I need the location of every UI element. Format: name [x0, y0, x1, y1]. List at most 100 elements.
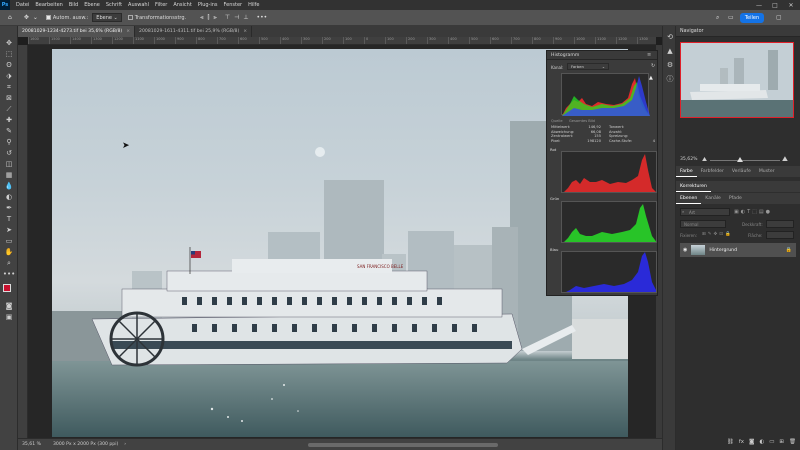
- menu-bild[interactable]: Bild: [69, 2, 78, 8]
- tab-muster[interactable]: Muster: [755, 166, 779, 177]
- layer-filter-select[interactable]: Art: [680, 208, 730, 216]
- histogram-icon[interactable]: ▲: [665, 46, 675, 56]
- more-tools-icon[interactable]: •••: [3, 269, 15, 279]
- fill-field[interactable]: [766, 231, 794, 239]
- object-selection-tool-icon[interactable]: ⬗: [3, 71, 15, 81]
- close-icon[interactable]: ×: [126, 29, 130, 34]
- delete-layer-icon[interactable]: 🗑: [789, 439, 796, 445]
- status-arrow-icon[interactable]: ›: [124, 442, 126, 447]
- panel-menu-icon[interactable]: ≡: [647, 52, 651, 58]
- rectangle-tool-icon[interactable]: ▭: [3, 236, 15, 246]
- align-center-icon[interactable]: ⫿: [208, 13, 210, 23]
- eraser-tool-icon[interactable]: ◫: [3, 159, 15, 169]
- type-tool-icon[interactable]: T: [3, 214, 15, 224]
- search-icon[interactable]: ⌕: [716, 13, 719, 23]
- tool-preset-chevron-icon[interactable]: ⌄: [33, 13, 38, 23]
- ruler-horizontal[interactable]: 1600 1500 1400 1300 1200 1100 1000 900 800 700 600…: [28, 37, 656, 45]
- menu-ebene[interactable]: Ebene: [84, 2, 100, 8]
- frame-tool-icon[interactable]: ⊠: [3, 93, 15, 103]
- channel-select[interactable]: Farben ⌄: [567, 63, 609, 70]
- path-selection-tool-icon[interactable]: ➤: [3, 225, 15, 235]
- new-group-icon[interactable]: ▭: [769, 439, 774, 445]
- tab-document-1[interactable]: 20081029-1234-4273.tif bei 35,6% (RGB/8)…: [18, 26, 136, 37]
- history-brush-tool-icon[interactable]: ↺: [3, 148, 15, 158]
- layer-mode-select[interactable]: Ebene ⌄: [92, 13, 122, 23]
- document-photo[interactable]: SAN FRANCISCO BELLE ➤: [52, 49, 628, 437]
- minimize-button[interactable]: —: [752, 0, 766, 10]
- lock-icons[interactable]: ⊞✎✥⊡🔒: [702, 232, 733, 237]
- layer-mask-icon[interactable]: ◙: [749, 439, 754, 445]
- close-icon[interactable]: ×: [243, 29, 247, 34]
- menu-filter[interactable]: Filter: [155, 2, 167, 8]
- brush-tool-icon[interactable]: ✎: [3, 126, 15, 136]
- workspace-switcher-icon[interactable]: ▢: [776, 13, 782, 23]
- tab-kanaele[interactable]: Kanäle: [701, 193, 725, 204]
- ruler-vertical[interactable]: [18, 45, 28, 438]
- more-options-icon[interactable]: •••: [257, 13, 268, 23]
- marquee-tool-icon[interactable]: ⬚: [3, 49, 15, 59]
- lasso-tool-icon[interactable]: ʘ: [3, 60, 15, 70]
- healing-brush-tool-icon[interactable]: ✚: [3, 115, 15, 125]
- transform-controls-checkbox[interactable]: Transformationsstrg.: [127, 13, 186, 23]
- tab-farbfelder[interactable]: Farbfelder: [697, 166, 728, 177]
- properties-icon[interactable]: ⚙: [665, 60, 675, 70]
- tab-pfade[interactable]: Pfade: [725, 193, 746, 204]
- hand-tool-icon[interactable]: ✋: [3, 247, 15, 257]
- navigator-thumbnail[interactable]: [680, 42, 794, 118]
- auto-select-checkbox[interactable]: Autom. ausw.:: [45, 13, 88, 23]
- eyedropper-tool-icon[interactable]: ⟋: [3, 104, 15, 114]
- clone-stamp-tool-icon[interactable]: ⚲: [3, 137, 15, 147]
- visibility-eye-icon[interactable]: ◉: [683, 247, 687, 253]
- align-top-icon[interactable]: ⊤: [225, 13, 230, 23]
- layer-filter-icons[interactable]: ▣◐T⬚▤●: [734, 209, 772, 215]
- zoom-tool-icon[interactable]: ⌕: [3, 258, 15, 268]
- tab-verlaeufe[interactable]: Verläufe: [728, 166, 755, 177]
- tab-korrekturen[interactable]: Korrekturen: [676, 181, 711, 192]
- align-bottom-icon[interactable]: ⊥: [243, 13, 248, 23]
- align-middle-icon[interactable]: ⊣: [234, 13, 239, 23]
- adjustment-layer-icon[interactable]: ◐: [759, 439, 764, 445]
- opacity-field[interactable]: [766, 220, 794, 228]
- share-button[interactable]: Teilen: [740, 13, 764, 23]
- new-layer-icon[interactable]: ⊞: [779, 439, 784, 445]
- layer-style-icon[interactable]: fx: [739, 439, 744, 445]
- quick-mask-icon[interactable]: ◙: [3, 301, 15, 311]
- align-left-icon[interactable]: ⫷: [200, 13, 203, 23]
- horizontal-scrollbar-thumb[interactable]: [308, 443, 498, 447]
- foreground-color-swatch[interactable]: [3, 284, 11, 292]
- menu-plugins[interactable]: Plug-ins: [198, 2, 218, 8]
- home-icon[interactable]: ⌂: [8, 13, 12, 23]
- refresh-icon[interactable]: ↻: [651, 63, 655, 69]
- tab-document-2[interactable]: 20081029-1611-4311.tif bei 25,9% (RGB/8)…: [135, 26, 253, 37]
- tab-farbe[interactable]: Farbe: [676, 166, 697, 177]
- navigator-zoom-value[interactable]: 35,62%: [680, 157, 698, 162]
- move-tool-icon[interactable]: ✥: [3, 38, 15, 48]
- history-icon[interactable]: ⟲: [665, 32, 675, 42]
- close-window-button[interactable]: ✕: [784, 0, 798, 10]
- info-icon[interactable]: ⓘ: [665, 74, 675, 84]
- menu-schrift[interactable]: Schrift: [106, 2, 122, 8]
- zoom-out-icon[interactable]: ⛰: [702, 156, 707, 164]
- menu-ansicht[interactable]: Ansicht: [173, 2, 191, 8]
- maximize-button[interactable]: □: [768, 0, 782, 10]
- menu-auswahl[interactable]: Auswahl: [128, 2, 149, 8]
- workspace-icon[interactable]: ▭: [728, 13, 734, 23]
- layer-row-background[interactable]: ◉ Hintergrund 🔒: [680, 243, 796, 257]
- blend-mode-select[interactable]: Normal: [680, 220, 726, 228]
- menu-hilfe[interactable]: Hilfe: [248, 2, 259, 8]
- menu-fenster[interactable]: Fenster: [224, 2, 243, 8]
- dodge-tool-icon[interactable]: ◐: [3, 192, 15, 202]
- tab-ebenen[interactable]: Ebenen: [676, 193, 702, 204]
- zoom-slider-handle[interactable]: [737, 157, 743, 162]
- gradient-tool-icon[interactable]: ▦: [3, 170, 15, 180]
- zoom-slider[interactable]: [710, 160, 780, 161]
- zoom-in-icon[interactable]: ⛰: [782, 155, 788, 164]
- align-right-icon[interactable]: ⫸: [213, 13, 216, 23]
- blur-tool-icon[interactable]: 💧: [3, 181, 15, 191]
- menu-datei[interactable]: Datei: [16, 2, 29, 8]
- crop-tool-icon[interactable]: ⌗: [3, 82, 15, 92]
- pen-tool-icon[interactable]: ✒: [3, 203, 15, 213]
- link-layers-icon[interactable]: ⛓: [727, 439, 734, 445]
- screen-mode-icon[interactable]: ▣: [3, 312, 15, 322]
- menu-bearbeiten[interactable]: Bearbeiten: [35, 2, 62, 8]
